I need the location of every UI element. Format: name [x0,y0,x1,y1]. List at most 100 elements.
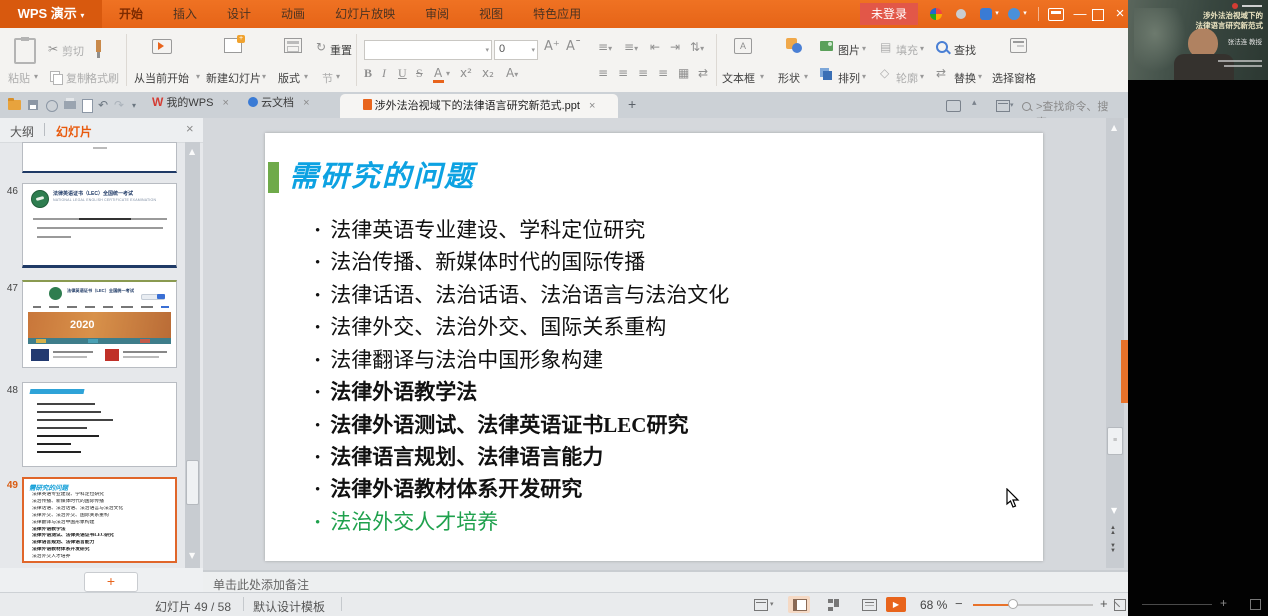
subscript-icon[interactable]: x₂ [482,66,494,80]
minimize-button[interactable]: — [1068,0,1092,28]
undo-icon[interactable]: ↶ [98,98,108,112]
reading-view-button[interactable] [862,599,877,611]
slide-thumbnail-46[interactable]: 法律英语证书（LEC）全国统一考试 NATIONAL LEGAL ENGLISH… [22,183,177,268]
slide-bullet[interactable]: 法治外交人才培养 [315,506,498,536]
align-left-icon[interactable]: ≡ [598,66,608,80]
status-dot-icon[interactable] [956,9,966,19]
scroll-down-icon[interactable]: ▼ [1111,506,1117,515]
slide-sorter-button[interactable] [828,599,840,609]
increase-font-icon[interactable]: A⁺ [544,39,560,54]
slide-bullet[interactable]: 法律外语教材体系开发研究 [315,473,582,503]
tab-outline[interactable]: 大纲 [10,123,34,140]
decrease-indent-icon[interactable]: ⇤ [650,40,660,54]
layout-button[interactable]: 版式 [278,70,300,86]
textbox-button[interactable]: 文本框 [722,70,755,86]
text-effects-icon[interactable]: A▾ [506,66,518,80]
slide-bullet[interactable]: 法治传播、新媒体时代的国际传播 [315,246,645,276]
decrease-font-icon[interactable]: Aˉ [566,39,581,54]
tab-review[interactable]: 审阅 [410,0,464,28]
viewer-fullscreen-icon[interactable] [1250,599,1261,610]
align-justify-icon[interactable]: ≡ [658,66,668,80]
add-slide-button[interactable]: + [84,572,138,592]
notes-toggle-icon[interactable] [754,599,768,611]
main-scrollbar-thumb[interactable]: ≡ [1107,427,1123,455]
slide-bullet[interactable]: 法律外语教学法 [315,376,477,406]
app-switch-icon[interactable] [980,8,992,20]
format-painter-button[interactable]: 格式刷 [86,70,119,86]
help-icon[interactable] [1008,8,1020,20]
underline-button[interactable]: U [398,66,407,81]
line-spacing-icon[interactable]: ⇅▾ [690,40,704,54]
wps-pinwheel-icon[interactable] [930,8,942,20]
paste-icon[interactable] [14,38,36,64]
template-name[interactable]: 默认设计模板 [253,598,325,615]
scroll-down-icon[interactable]: ▼ [189,551,195,560]
new-tab-button[interactable]: + [628,96,636,112]
close-panel-icon[interactable]: × [186,121,194,136]
zoom-out-button[interactable]: − [955,596,963,611]
next-slide-button[interactable]: ▼▼ [1110,544,1116,554]
reset-button[interactable]: 重置 [330,42,352,58]
restore-button[interactable] [1092,9,1104,21]
shapes-button[interactable]: 形状 [778,70,800,86]
slide-bullet[interactable]: 法律外语测试、法律英语证书LEC研究 [315,409,688,439]
panel-list-icon[interactable] [996,100,1010,112]
tab-cloud-docs[interactable]: 云文档 × [248,94,310,118]
previous-slide-button[interactable]: ▲▲ [1110,526,1116,536]
tab-slideshow[interactable]: 幻灯片放映 [320,0,410,28]
replace-button[interactable]: 替换 [954,70,976,86]
align-center-icon[interactable]: ≡ [618,66,628,80]
arrange-button[interactable]: 排列 [838,70,860,86]
slide-thumbnail-49-selected[interactable]: 需研究的问题 法律英语专业建设、学科定位研究 法治传播、新媒体时代的国际传播 法… [22,477,177,563]
message-icon[interactable] [946,100,961,112]
fill-button[interactable]: 填充 [896,42,918,58]
tab-slides[interactable]: 幻灯片 [56,123,92,140]
slide-thumbnail-45-partial[interactable] [22,142,177,173]
export-icon[interactable] [82,99,93,113]
slide-bullet[interactable]: 法律语言规划、法律语言能力 [315,441,603,471]
app-logo[interactable]: WPS 演示 ▾ [0,0,102,28]
slide-bullet[interactable]: 法律英语专业建设、学科定位研究 [315,214,645,244]
tab-view[interactable]: 视图 [464,0,518,28]
align-right-icon[interactable]: ≡ [638,66,648,80]
scroll-up-icon[interactable]: ▲ [189,147,195,156]
zoom-level[interactable]: 68 % [920,598,947,612]
chevron-down-icon[interactable]: ▾ [992,0,1002,28]
notes-placeholder[interactable]: 单击此处添加备注 [213,576,309,593]
copy-button[interactable]: 复制 [66,70,88,86]
close-icon[interactable]: × [303,97,309,109]
share-window-icon[interactable] [1048,8,1064,21]
zoom-slider-thumb[interactable] [1008,599,1018,609]
from-current-button[interactable]: 从当前开始 [134,70,189,86]
notes-pane[interactable]: 单击此处添加备注 [203,570,1128,592]
folder-icon[interactable] [8,100,21,110]
section-button[interactable]: 节 [322,70,333,86]
tab-my-wps[interactable]: W 我的WPS × [152,94,229,118]
tab-insert[interactable]: 插入 [158,0,212,28]
redo-icon[interactable]: ↷ [114,98,124,112]
slide-bullet[interactable]: 法律话语、法治话语、法治语言与法治文化 [315,279,729,309]
play-slideshow-button[interactable]: ▶ [886,597,906,612]
close-icon[interactable]: × [589,100,595,112]
viewer-zoom-in-button[interactable]: + [1220,596,1227,610]
find-button[interactable]: 查找 [954,42,976,58]
paste-button[interactable]: 粘贴 [8,70,30,86]
save-icon[interactable] [28,100,38,110]
font-family-select[interactable]: ▾ [364,40,492,60]
tab-design[interactable]: 设计 [212,0,266,28]
slide-bullet[interactable]: 法律外交、法治外交、国际关系重构 [315,311,666,341]
font-color-icon[interactable]: A [434,66,442,80]
slide-bullet[interactable]: 法律翻译与法治中国形象构建 [315,344,603,374]
chevron-down-icon[interactable]: ▾ [132,101,136,110]
slide-title[interactable]: 需研究的问题 [289,153,475,195]
scroll-up-icon[interactable]: ▲ [1111,123,1117,132]
superscript-icon[interactable]: x² [460,66,472,80]
slide-canvas[interactable]: 需研究的问题 法律英语专业建设、学科定位研究 法治传播、新媒体时代的国际传播 法… [265,133,1043,561]
selection-pane-button[interactable]: 选择窗格 [992,70,1036,86]
slide-thumbnail-48[interactable] [22,382,177,467]
picture-button[interactable]: 图片 [838,42,860,58]
webcam-video[interactable]: 涉外法治视域下的 法律语言研究新范式 张法连 教授 [1128,0,1268,80]
chevron-down-icon[interactable]: ▾ [770,600,774,608]
preview-icon[interactable] [46,100,58,112]
columns-icon[interactable]: ▦ [678,66,689,80]
